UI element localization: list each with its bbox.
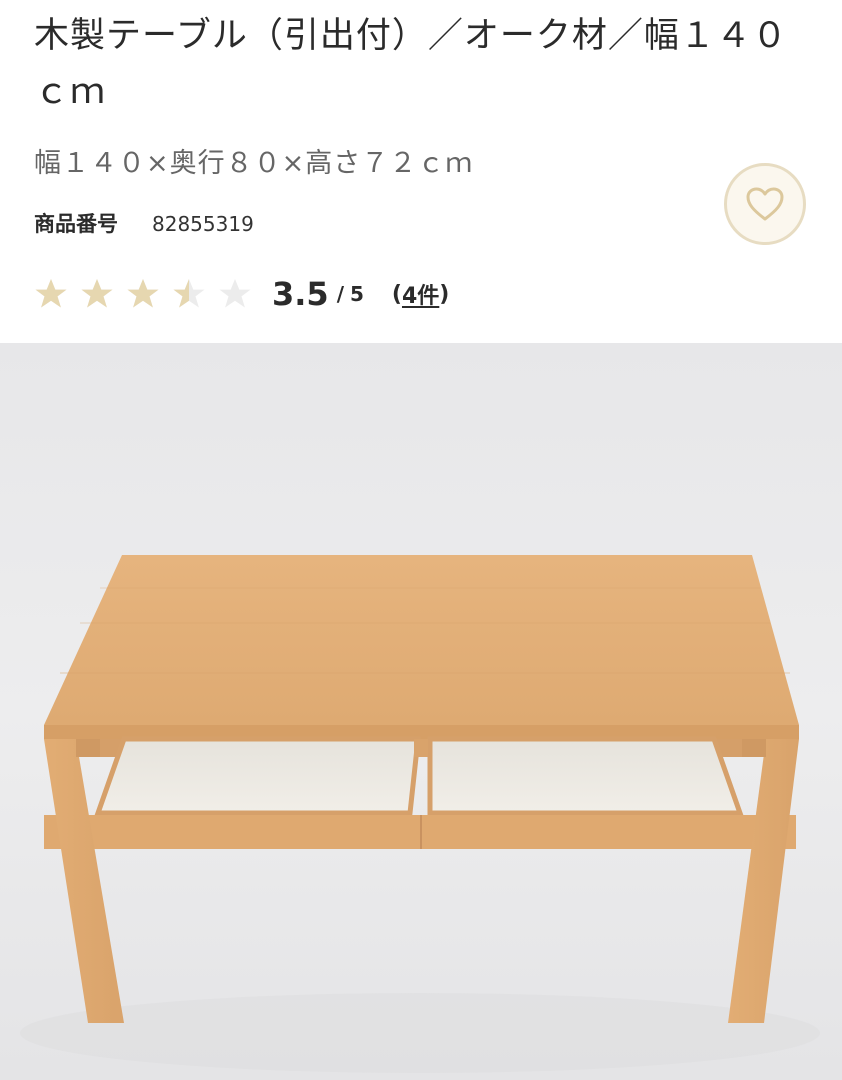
star-icon bbox=[81, 279, 113, 308]
product-page: 木製テーブル（引出付）／オーク材／幅１４０ｃｍ 幅１４０×奥行８０×高さ７２ｃｍ… bbox=[0, 0, 842, 1080]
rating-summary: 3.5 / 5 ( 4件 ) bbox=[34, 270, 449, 318]
sku-value: 82855319 bbox=[152, 212, 254, 236]
product-photo bbox=[0, 343, 842, 1080]
star-icon bbox=[219, 279, 251, 308]
table-top bbox=[44, 555, 799, 725]
product-header: 木製テーブル（引出付）／オーク材／幅１４０ｃｍ 幅１４０×奥行８０×高さ７２ｃｍ… bbox=[0, 0, 842, 343]
heart-icon bbox=[746, 187, 784, 221]
review-count-link[interactable]: ( 4件 ) bbox=[392, 278, 449, 310]
star-icon bbox=[35, 279, 67, 308]
back-left-leg bbox=[76, 739, 100, 757]
star-rating bbox=[34, 277, 264, 311]
drawer-divider bbox=[414, 739, 428, 757]
rating-max: 5 bbox=[350, 282, 364, 306]
back-right-leg bbox=[742, 739, 766, 757]
sku-label: 商品番号 bbox=[34, 212, 118, 236]
product-image bbox=[0, 343, 842, 1080]
floor-shadow bbox=[20, 993, 820, 1073]
star-icon bbox=[173, 279, 205, 308]
product-title: 木製テーブル（引出付）／オーク材／幅１４０ｃｍ bbox=[34, 16, 788, 112]
product-size-spec: 幅１４０×奥行８０×高さ７２ｃｍ bbox=[34, 148, 474, 179]
favorite-button[interactable] bbox=[724, 163, 806, 245]
rating-score: 3.5 bbox=[272, 275, 329, 313]
left-drawer bbox=[94, 736, 421, 816]
right-drawer bbox=[427, 736, 744, 816]
review-close-paren: ) bbox=[439, 281, 450, 307]
review-open-paren: ( bbox=[391, 281, 402, 307]
left-drawer-front bbox=[44, 815, 420, 849]
product-sku: 商品番号 82855319 bbox=[34, 208, 254, 240]
right-drawer-front bbox=[422, 815, 796, 849]
rating-slash: / bbox=[336, 282, 344, 306]
review-count: 4件 bbox=[401, 284, 440, 309]
star-icon bbox=[127, 279, 159, 308]
